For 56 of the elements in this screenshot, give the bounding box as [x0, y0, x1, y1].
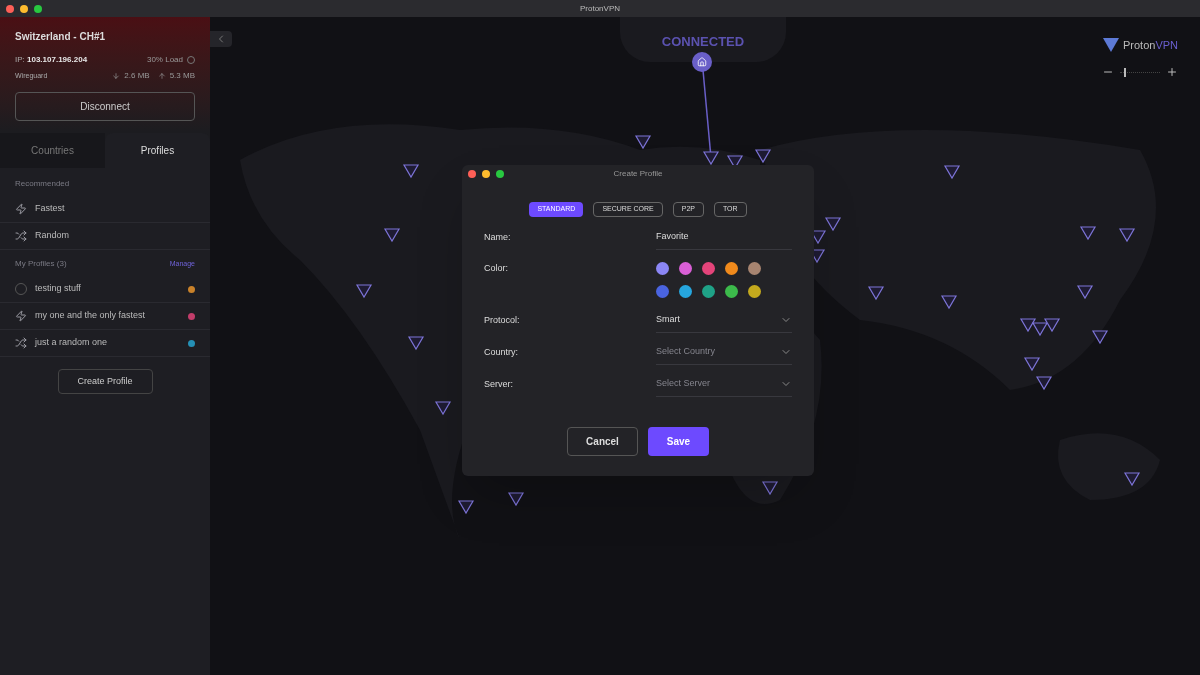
color-swatch[interactable]	[702, 285, 715, 298]
section-heading: Recommended	[14, 178, 71, 190]
zoom-in-icon[interactable]	[1166, 66, 1178, 78]
color-swatch[interactable]	[725, 285, 738, 298]
name-field[interactable]: Favorite	[656, 225, 792, 250]
color-swatch[interactable]	[679, 262, 692, 275]
create-profile-button[interactable]: Create Profile	[57, 369, 153, 394]
profile-item[interactable]: my one and the only fastest	[0, 303, 210, 330]
field-label: Country:	[484, 345, 519, 359]
bolt-icon	[15, 203, 27, 215]
profile-item[interactable]: Fastest	[0, 196, 210, 223]
color-swatch[interactable]	[748, 285, 761, 298]
close-icon[interactable]	[6, 4, 14, 13]
select-dropdown[interactable]: Select Country	[656, 340, 792, 365]
server-load: 30% Load	[146, 54, 183, 66]
shuffle-icon	[15, 230, 27, 242]
connection-status: CONNECTED	[661, 33, 745, 51]
field-label: Server:	[484, 377, 514, 391]
field-label: Color:	[484, 262, 509, 275]
color-swatch[interactable]	[725, 262, 738, 275]
minimize-icon[interactable]	[20, 4, 28, 13]
maximize-icon[interactable]	[496, 169, 504, 178]
minimize-icon[interactable]	[482, 169, 490, 178]
shuffle-icon	[15, 337, 27, 349]
color-swatch[interactable]	[702, 262, 715, 275]
color-swatch[interactable]	[679, 285, 692, 298]
profile-item[interactable]: just a random one	[0, 330, 210, 357]
upload-amount: 5.3 MB	[169, 70, 195, 82]
color-swatch[interactable]	[656, 285, 669, 298]
maximize-icon[interactable]	[34, 4, 42, 13]
profile-item[interactable]: Random	[0, 223, 210, 250]
sidebar-tab[interactable]: Countries	[0, 133, 105, 168]
field-label: Protocol:	[484, 313, 521, 327]
server-name: Switzerland - CH#1	[15, 30, 107, 44]
save-button[interactable]: Save	[648, 427, 709, 456]
dialog-title: Create Profile	[613, 167, 663, 180]
select-dropdown[interactable]: Smart	[656, 308, 792, 333]
zoom-track[interactable]	[1120, 67, 1160, 77]
profile-item[interactable]: testing stuff	[0, 276, 210, 303]
window-title: ProtonVPN	[580, 2, 620, 15]
upload-icon	[157, 72, 166, 80]
color-swatch[interactable]	[748, 262, 761, 275]
section-heading: My Profiles (3)	[15, 258, 67, 270]
disconnect-button[interactable]: Disconnect	[15, 92, 195, 121]
download-icon	[112, 72, 121, 80]
bolt-icon	[15, 310, 27, 322]
logo-icon	[1102, 38, 1119, 53]
ip-address: IP: 103.107.196.204	[15, 54, 88, 66]
download-amount: 2.6 MB	[124, 70, 150, 82]
color-swatch[interactable]	[656, 262, 669, 275]
select-dropdown[interactable]: Select Server	[656, 372, 792, 397]
brand-logo: ProtonVPN	[1122, 38, 1178, 53]
field-label: Name:	[484, 230, 512, 244]
home-marker-icon	[692, 52, 712, 72]
close-icon[interactable]	[468, 169, 476, 178]
cancel-button[interactable]: Cancel	[567, 427, 638, 456]
